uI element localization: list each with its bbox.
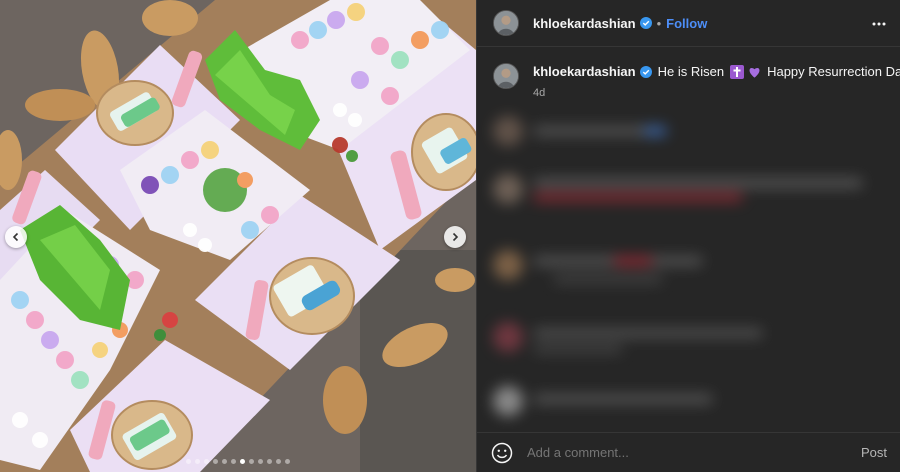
caption-username[interactable]: khloekardashian <box>533 63 636 81</box>
chevron-right-icon <box>452 232 459 242</box>
comment-item <box>493 318 885 358</box>
instagram-post: khloekardashian • Follow khloekardashian <box>0 0 900 472</box>
verified-badge-icon <box>639 66 652 78</box>
caption-author-avatar[interactable] <box>493 63 519 89</box>
comment-item <box>493 112 885 152</box>
follow-button[interactable]: Follow <box>666 16 707 31</box>
header-separator: • <box>656 15 662 31</box>
comment-item <box>493 382 885 418</box>
post-timestamp[interactable]: 4d <box>533 87 900 99</box>
carousel-dot <box>195 459 200 464</box>
post-photo <box>0 0 476 472</box>
comments-list-blurred <box>477 108 900 418</box>
comment-composer: Post <box>477 432 900 472</box>
post-media <box>0 0 476 472</box>
post-comment-button[interactable]: Post <box>861 445 887 460</box>
chevron-left-icon <box>12 232 19 242</box>
caption-body: khloekardashian He is Risen Happy Resurr… <box>533 63 900 99</box>
comment-item <box>493 170 885 210</box>
carousel-dot <box>267 459 272 464</box>
caption-text-end: Happy Resurrection Day <box>767 64 900 79</box>
caption-text-start: He is Risen <box>657 64 725 79</box>
carousel-dot <box>186 459 191 464</box>
comment-item <box>493 246 885 286</box>
carousel-dot <box>258 459 263 464</box>
carousel-dot <box>249 459 254 464</box>
carousel-dot <box>285 459 290 464</box>
post-sidebar: khloekardashian • Follow khloekardashian <box>476 0 900 472</box>
verified-badge-icon <box>639 17 652 29</box>
carousel-dot <box>204 459 209 464</box>
comment-input[interactable] <box>527 445 861 460</box>
author-username[interactable]: khloekardashian <box>533 16 636 31</box>
carousel-dot <box>240 459 245 464</box>
emoji-picker-button[interactable] <box>491 442 513 464</box>
smiley-icon <box>491 442 513 463</box>
author-avatar[interactable] <box>493 10 519 36</box>
next-photo-button[interactable] <box>444 226 466 248</box>
post-header: khloekardashian • Follow <box>477 0 900 47</box>
carousel-dot <box>213 459 218 464</box>
cross-emoji-icon <box>730 65 745 79</box>
carousel-dot <box>276 459 281 464</box>
more-horizontal-icon <box>872 22 886 26</box>
post-caption: khloekardashian He is Risen Happy Resurr… <box>493 63 900 99</box>
caption-line: khloekardashian He is Risen Happy Resurr… <box>533 63 900 81</box>
previous-photo-button[interactable] <box>5 226 27 248</box>
carousel-indicator <box>0 459 476 464</box>
purple-heart-emoji-icon <box>748 66 761 79</box>
carousel-dot <box>222 459 227 464</box>
more-options-button[interactable] <box>871 16 887 32</box>
carousel-dot <box>231 459 236 464</box>
